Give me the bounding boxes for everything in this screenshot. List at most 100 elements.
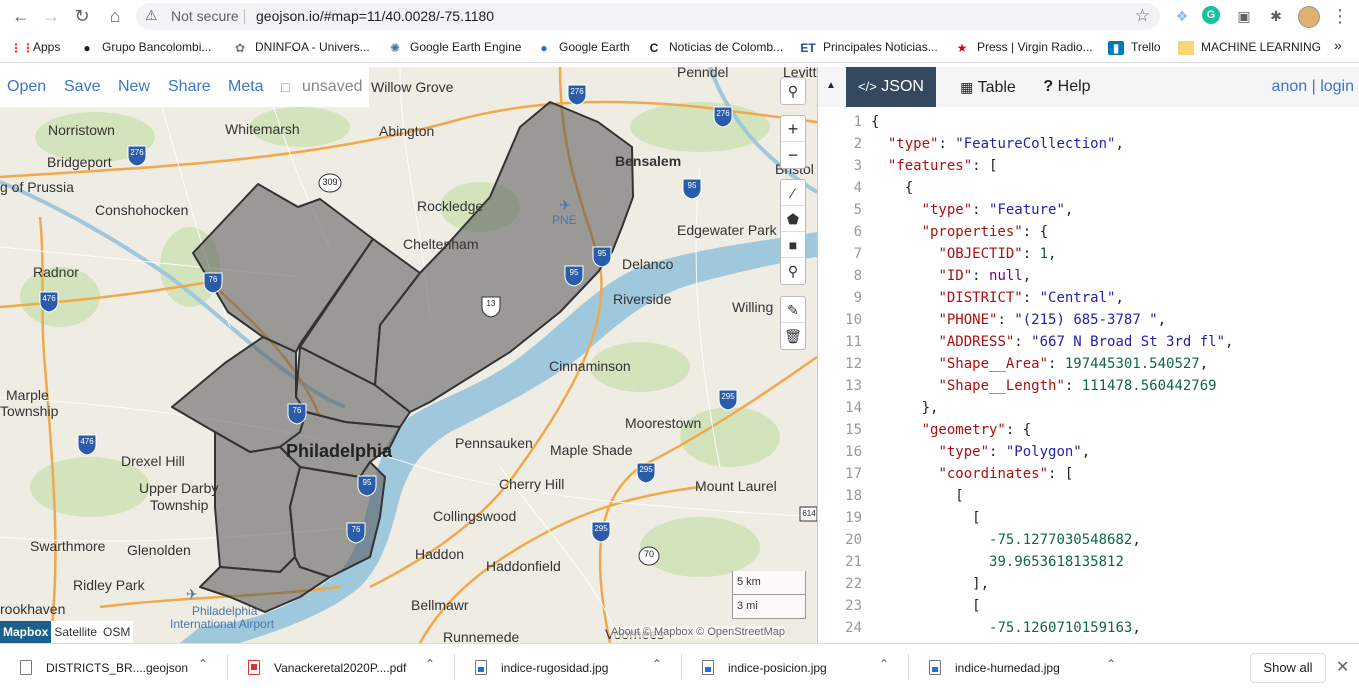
scale-metric: 5 km: [732, 571, 806, 595]
bookmark-grupo-bancolombia[interactable]: ● Grupo Bancolombi...: [79, 40, 211, 55]
code-line[interactable]: "type": "Feature",: [871, 202, 1074, 218]
download-item[interactable]: indice-humedad.jpg ⌃: [909, 644, 1136, 688]
forward-arrow-icon[interactable]: →: [39, 5, 63, 29]
image-file-icon: [929, 660, 941, 675]
show-all-button[interactable]: Show all: [1250, 653, 1326, 683]
bookmark-noticias-colombia[interactable]: C Noticias de Colomb...: [646, 40, 783, 55]
code-line[interactable]: -75.1277030548682,: [871, 532, 1141, 548]
chevron-up-icon[interactable]: ⌃: [879, 657, 889, 671]
code-line[interactable]: "properties": {: [871, 224, 1048, 240]
close-icon[interactable]: ✕: [1336, 657, 1349, 677]
code-line[interactable]: "geometry": {: [871, 422, 1032, 438]
place-label: Township: [150, 497, 209, 513]
extensions-puzzle-icon[interactable]: ✱: [1266, 6, 1286, 26]
chevron-up-icon[interactable]: ⌃: [425, 657, 435, 671]
code-line[interactable]: -75.1260710159163,: [871, 620, 1141, 636]
back-arrow-icon[interactable]: ←: [9, 5, 33, 29]
share-button[interactable]: Share: [168, 78, 211, 96]
line-number: 14: [845, 400, 862, 416]
draw-polygon-icon[interactable]: ⬟: [781, 206, 805, 232]
code-line[interactable]: {: [871, 114, 879, 130]
new-button[interactable]: New: [118, 78, 150, 96]
code-line[interactable]: [: [871, 598, 980, 614]
dropbox-extension-icon[interactable]: ❖: [1172, 6, 1192, 26]
code-line[interactable]: "ID": null,: [871, 268, 1031, 284]
bookmark-dninfoa[interactable]: ✿ DNINFOA - Univers...: [232, 40, 370, 55]
user-links: anon | login: [1272, 78, 1354, 96]
anon-link[interactable]: anon: [1272, 78, 1308, 95]
code-line[interactable]: },: [871, 400, 939, 416]
bookmark-apps[interactable]: ⋮⋮Apps: [10, 40, 60, 55]
edit-layers-icon[interactable]: ✎: [781, 297, 805, 323]
layer-satellite[interactable]: Satellite: [51, 621, 100, 643]
code-line[interactable]: "type": "FeatureCollection",: [871, 136, 1124, 152]
delete-layers-icon[interactable]: 🗑: [781, 323, 805, 349]
chevron-up-icon[interactable]: ⌃: [198, 657, 208, 671]
reload-icon[interactable]: ↻: [70, 5, 94, 29]
warning-triangle-icon: ⚠: [145, 7, 158, 23]
bookmark-google-earth-engine[interactable]: ✺ Google Earth Engine: [387, 40, 521, 55]
layer-mapbox[interactable]: Mapbox: [0, 621, 52, 643]
bookmark-star-icon[interactable]: ☆: [1135, 6, 1150, 26]
draw-rectangle-icon[interactable]: ■: [781, 232, 805, 258]
download-item[interactable]: indice-posicion.jpg ⌃: [682, 644, 909, 688]
code-line[interactable]: "PHONE": "(215) 685-3787 ",: [871, 312, 1166, 328]
map-canvas[interactable]: ✈ ✈ 276 276 276 309 95 95 476 476 76 13 …: [0, 67, 817, 643]
code-line[interactable]: [: [871, 488, 963, 504]
code-line[interactable]: "ADDRESS": "667 N Broad St 3rd fl",: [871, 334, 1233, 350]
code-line[interactable]: ],: [871, 576, 989, 592]
collapse-panel-icon[interactable]: ▲: [826, 80, 836, 91]
tab-help[interactable]: ? Help: [1024, 67, 1110, 107]
bookmark-machine-learning[interactable]: MACHINE LEARNING: [1178, 40, 1321, 55]
zoom-out-icon[interactable]: −: [781, 142, 805, 168]
url-text[interactable]: geojson.io/#map=11/40.0028/-75.1180: [256, 8, 494, 24]
cast-extension-icon[interactable]: ▣: [1234, 6, 1254, 26]
bookmarks-overflow-button[interactable]: »: [1334, 37, 1342, 53]
download-item[interactable]: indice-rugosidad.jpg ⌃: [455, 644, 682, 688]
tab-json[interactable]: </> JSON: [846, 67, 936, 107]
download-item[interactable]: Vanackeretal2020P....pdf ⌃: [228, 644, 455, 688]
code-line[interactable]: 39.9653618135812: [871, 554, 1124, 570]
code-line[interactable]: [: [871, 510, 980, 526]
code-line[interactable]: {: [871, 180, 913, 196]
image-file-icon: [475, 660, 487, 675]
chevron-up-icon[interactable]: ⌃: [1106, 657, 1116, 671]
place-label: Conshohocken: [95, 202, 189, 218]
draw-marker-icon[interactable]: ⚲: [781, 258, 805, 284]
zoom-in-icon[interactable]: +: [781, 116, 805, 142]
save-status: unsaved: [302, 78, 363, 95]
map-attribution[interactable]: About © Mapbox © OpenStreetMap: [611, 626, 785, 638]
bookmark-google-earth[interactable]: ● Google Earth: [536, 40, 629, 55]
home-icon[interactable]: ⌂: [103, 5, 127, 29]
json-editor[interactable]: 1 {2 "type": "FeatureCollection", 3 "featu…: [818, 111, 1359, 643]
place-label: Haddon: [415, 546, 465, 562]
grammarly-extension-icon[interactable]: G: [1202, 6, 1220, 24]
save-button[interactable]: Save: [64, 78, 100, 96]
bookmark-virgin-radio[interactable]: ★ Press | Virgin Radio...: [954, 40, 1093, 55]
code-line[interactable]: "features": [: [871, 158, 998, 174]
shield-number: 76: [208, 275, 218, 284]
code-line[interactable]: "coordinates": [: [871, 466, 1073, 482]
profile-avatar-icon[interactable]: [1298, 6, 1320, 28]
bookmark-principales-noticias[interactable]: ET Principales Noticias...: [800, 40, 937, 55]
login-link[interactable]: login: [1320, 78, 1354, 95]
draw-line-icon[interactable]: ∕: [781, 180, 805, 206]
kebab-menu-icon[interactable]: ⋮: [1330, 6, 1350, 26]
code-line[interactable]: "OBJECTID": 1,: [871, 246, 1056, 262]
code-line[interactable]: "type": "Polygon",: [871, 444, 1090, 460]
search-icon[interactable]: ⚲: [781, 78, 805, 104]
code-line[interactable]: "Shape__Length": 111478.560442769: [871, 378, 1216, 394]
address-bar[interactable]: ⚠ Not secure geojson.io/#map=11/40.0028/…: [136, 3, 1160, 30]
open-button[interactable]: Open: [7, 78, 46, 96]
chevron-up-icon[interactable]: ⌃: [652, 657, 662, 671]
layer-osm[interactable]: OSM: [100, 621, 133, 643]
seal-icon: ✿: [234, 40, 246, 55]
bookmark-trello[interactable]: ▮ Trello: [1108, 40, 1161, 55]
download-item[interactable]: DISTRICTS_BR....geojson ⌃: [0, 644, 228, 688]
code-line[interactable]: "Shape__Area": 197445301.540527,: [871, 356, 1208, 372]
code-line[interactable]: "DISTRICT": "Central",: [871, 290, 1123, 306]
tab-table[interactable]: ▦ Table: [940, 67, 1036, 107]
meta-button[interactable]: Meta: [228, 78, 264, 96]
place-label: Runnemede: [443, 629, 520, 643]
scale-bar: 5 km 3 mi: [732, 571, 806, 619]
